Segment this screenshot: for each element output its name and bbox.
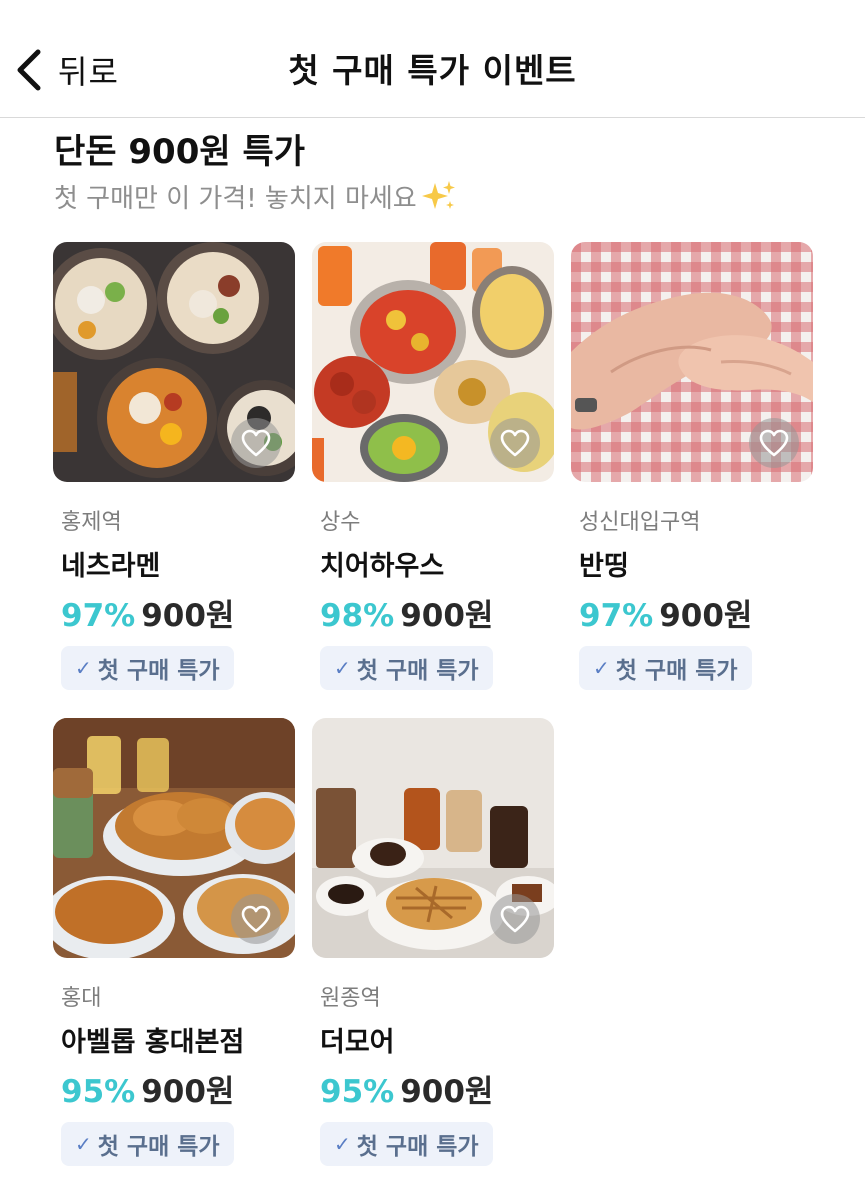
discount-rate: 95%	[61, 1074, 136, 1110]
product-image	[53, 718, 295, 958]
product-card[interactable]: 상수 치어하우스 98% 900원 ✓ 첫 구매 특가	[312, 242, 554, 690]
discount-rate: 95%	[320, 1074, 395, 1110]
heart-icon	[759, 429, 789, 457]
product-location: 상수	[320, 510, 361, 535]
product-name: 더모어	[320, 1027, 395, 1058]
product-location: 홍대	[61, 986, 102, 1011]
product-card[interactable]: 홍대 아벨롭 홍대본점 95% 900원 ✓ 첫 구매 특가	[53, 718, 295, 1166]
heart-icon	[241, 905, 271, 933]
check-icon: ✓	[593, 656, 610, 680]
favorite-button[interactable]	[231, 418, 281, 468]
check-icon: ✓	[75, 1132, 92, 1156]
section-subtitle-text: 첫 구매만 이 가격! 놓치지 마세요	[54, 184, 417, 214]
first-purchase-badge: ✓ 첫 구매 특가	[579, 646, 752, 690]
sale-price: 900원	[659, 598, 753, 634]
product-price: 98% 900원	[320, 590, 493, 635]
badge-label: 첫 구매 특가	[356, 1134, 479, 1160]
heart-icon	[500, 429, 530, 457]
product-price: 97% 900원	[579, 590, 752, 635]
discount-rate: 98%	[320, 598, 395, 634]
product-image	[571, 242, 813, 482]
product-name: 치어하우스	[320, 551, 445, 582]
favorite-button[interactable]	[490, 418, 540, 468]
first-purchase-badge: ✓ 첫 구매 특가	[320, 1122, 493, 1166]
product-image	[53, 242, 295, 482]
product-price: 95% 900원	[320, 1066, 493, 1111]
top-nav-bar: 뒤로 첫 구매 특가 이벤트	[0, 0, 865, 118]
first-purchase-badge: ✓ 첫 구매 특가	[61, 1122, 234, 1166]
first-purchase-badge: ✓ 첫 구매 특가	[61, 646, 234, 690]
favorite-button[interactable]	[749, 418, 799, 468]
badge-label: 첫 구매 특가	[97, 658, 220, 684]
heart-icon	[500, 905, 530, 933]
product-location: 성신대입구역	[579, 510, 701, 535]
discount-rate: 97%	[61, 598, 136, 634]
page-title: 첫 구매 특가 이벤트	[288, 51, 577, 90]
product-card[interactable]: 홍제역 네츠라멘 97% 900원 ✓ 첫 구매 특가	[53, 242, 295, 690]
product-card[interactable]: 성신대입구역 반띵 97% 900원 ✓ 첫 구매 특가	[571, 242, 813, 690]
product-location: 홍제역	[61, 510, 122, 535]
heart-icon	[241, 429, 271, 457]
product-image	[312, 242, 554, 482]
product-location: 원종역	[320, 986, 381, 1011]
sale-price: 900원	[400, 598, 494, 634]
badge-label: 첫 구매 특가	[97, 1134, 220, 1160]
product-price: 95% 900원	[61, 1066, 234, 1111]
product-name: 반띵	[579, 551, 629, 582]
sale-price: 900원	[400, 1074, 494, 1110]
check-icon: ✓	[334, 656, 351, 680]
product-name: 아벨롭 홍대본점	[61, 1027, 245, 1058]
section-subtitle: 첫 구매만 이 가격! 놓치지 마세요	[54, 178, 457, 215]
sale-price: 900원	[141, 598, 235, 634]
product-image	[312, 718, 554, 958]
product-card[interactable]: 원종역 더모어 95% 900원 ✓ 첫 구매 특가	[312, 718, 554, 1166]
badge-label: 첫 구매 특가	[615, 658, 738, 684]
section-title: 단돈 900원 특가	[54, 132, 306, 172]
first-purchase-badge: ✓ 첫 구매 특가	[320, 646, 493, 690]
check-icon: ✓	[75, 656, 92, 680]
badge-label: 첫 구매 특가	[356, 658, 479, 684]
sale-price: 900원	[141, 1074, 235, 1110]
product-name: 네츠라멘	[61, 551, 161, 582]
favorite-button[interactable]	[490, 894, 540, 944]
product-price: 97% 900원	[61, 590, 234, 635]
check-icon: ✓	[334, 1132, 351, 1156]
discount-rate: 97%	[579, 598, 654, 634]
favorite-button[interactable]	[231, 894, 281, 944]
sparkle-icon	[421, 181, 455, 209]
